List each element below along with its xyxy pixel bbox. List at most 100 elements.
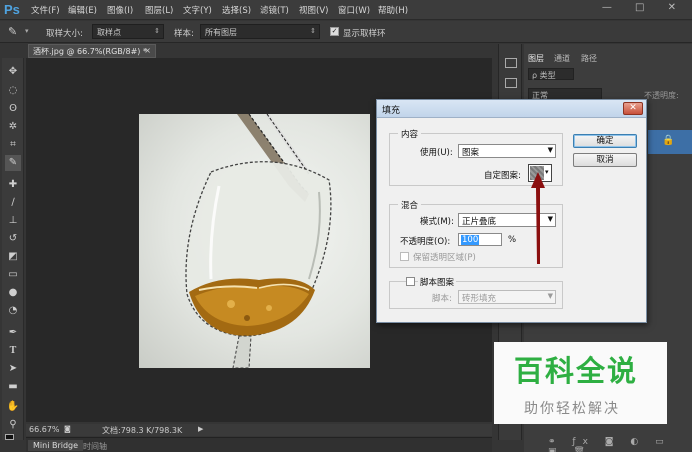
opacity-label: 不透明度(O): [400, 237, 451, 247]
dialog-title: 填充 [382, 106, 401, 116]
dodge-tool-icon[interactable]: ◔ [5, 303, 21, 319]
fill-dialog: 填充 ✕ 内容 使用(U): 图案 ▼ 自定图案: ▾ 混合 模式(M): 正片… [376, 99, 647, 323]
status-bar: 66.67% ◙ 文档:798.3 K/798.3K ▶ [26, 424, 492, 436]
eyedropper-icon[interactable]: ✎ [8, 25, 17, 38]
history-brush-tool-icon[interactable]: ↺ [5, 231, 21, 247]
crop-tool-icon[interactable]: ⌗ [5, 137, 21, 153]
sample-size-label: 取样大小: [46, 29, 83, 39]
chevron-down-icon: ▼ [547, 146, 553, 154]
chevron-down-icon: ▼ [547, 292, 553, 300]
opacity-value: 100 [461, 235, 480, 245]
foreground-color-swatch[interactable] [5, 434, 14, 440]
hand-tool-icon[interactable]: ✋ [5, 399, 21, 415]
script-value: 砖形填充 [462, 294, 497, 304]
menu-view[interactable]: 视图(V) [299, 4, 328, 16]
menu-layer[interactable]: 图层(L) [145, 4, 173, 16]
opacity-unit: % [508, 235, 517, 245]
status-icon[interactable]: ◙ [64, 425, 71, 433]
menu-type[interactable]: 文字(Y) [183, 4, 212, 16]
preserve-transparency-checkbox[interactable] [400, 252, 409, 261]
menu-file[interactable]: 文件(F) [31, 4, 60, 16]
use-value: 图案 [462, 148, 480, 158]
opacity-label: 不透明度: [644, 91, 679, 100]
watermark: 百科全说 助你轻松解决 [494, 342, 667, 424]
eraser-tool-icon[interactable]: ◩ [5, 249, 21, 265]
use-label: 使用(U): [420, 148, 453, 158]
selected-layer-row[interactable]: 🔒 [648, 130, 692, 154]
doc-info: 文档:798.3 K/798.3K [102, 426, 183, 435]
stamp-tool-icon[interactable]: ⊥ [5, 213, 21, 229]
menu-image[interactable]: 图像(I) [107, 4, 133, 16]
use-select[interactable]: 图案 ▼ [458, 144, 556, 158]
layer-filter-select[interactable]: ρ 类型 [528, 68, 574, 80]
sample-select[interactable]: 所有图层 ⇕ [200, 24, 320, 39]
tab-mini-bridge[interactable]: Mini Bridge [28, 440, 84, 451]
chevron-down-icon[interactable]: ▾ [25, 27, 29, 35]
annotation-arrow-icon [531, 172, 545, 264]
marquee-tool-icon[interactable]: ◌ [5, 83, 21, 99]
gradient-tool-icon[interactable]: ▭ [5, 267, 21, 283]
updown-arrow-icon: ⇕ [154, 27, 160, 35]
healing-brush-tool-icon[interactable]: ✚ [5, 177, 21, 193]
window-controls[interactable]: — □ ✕ [602, 2, 686, 13]
menu-select[interactable]: 选择(S) [222, 4, 251, 16]
photoshop-logo: Ps [4, 2, 20, 17]
magic-wand-tool-icon[interactable]: ✲ [5, 119, 21, 135]
opacity-input[interactable]: 100 [458, 233, 502, 246]
custom-pattern-label: 自定图案: [484, 171, 521, 181]
blur-tool-icon[interactable]: ● [5, 285, 21, 301]
content-group-title: 内容 [398, 128, 422, 140]
sample-size-value: 取样点 [97, 28, 121, 37]
path-select-tool-icon[interactable]: ➤ [5, 361, 21, 377]
menu-bar: Ps 文件(F) 编辑(E) 图像(I) 图层(L) 文字(Y) 选择(S) 滤… [0, 0, 692, 20]
zoom-tool-icon[interactable]: ⚲ [5, 417, 21, 433]
zoom-level[interactable]: 66.67% [29, 425, 60, 434]
sample-size-select[interactable]: 取样点 ⇕ [92, 24, 164, 39]
bottom-panel-tabs: Mini Bridge 时间轴 [26, 437, 492, 452]
toolbox: ✥ ◌ ʘ ✲ ⌗ ✎ ✚ ∕ ⊥ ↺ ◩ ▭ ● ◔ ✒ T ➤ ▬ ✋ ⚲ [2, 58, 24, 440]
cancel-button[interactable]: 取消 [573, 153, 637, 167]
menu-window[interactable]: 窗口(W) [338, 4, 370, 16]
menu-help[interactable]: 帮助(H) [378, 4, 408, 16]
mode-label: 模式(M): [420, 217, 454, 227]
script-group: 脚本图案 脚本: 砖形填充 ▼ [389, 276, 563, 309]
panel-toggle-icon[interactable] [505, 58, 517, 68]
brush-tool-icon[interactable]: ∕ [5, 195, 21, 211]
dialog-close-button[interactable]: ✕ [623, 102, 643, 115]
tab-paths[interactable]: 路径 [581, 53, 597, 64]
shape-tool-icon[interactable]: ▬ [5, 379, 21, 395]
pen-tool-icon[interactable]: ✒ [5, 325, 21, 341]
script-select[interactable]: 砖形填充 ▼ [458, 290, 556, 304]
mode-value: 正片叠底 [462, 217, 497, 227]
script-pattern-checkbox[interactable] [406, 277, 415, 286]
show-ring-checkbox[interactable]: ✓ [330, 27, 339, 36]
script-label: 脚本: [432, 294, 452, 304]
show-ring-label: 显示取样环 [343, 29, 386, 39]
blend-group-title: 混合 [398, 199, 422, 211]
menu-filter[interactable]: 滤镜(T) [260, 4, 289, 16]
dialog-title-bar[interactable]: 填充 [377, 100, 646, 118]
type-tool-icon[interactable]: T [5, 343, 21, 359]
close-icon[interactable]: × [144, 46, 151, 55]
updown-arrow-icon: ⇕ [310, 27, 316, 35]
triangle-right-icon[interactable]: ▶ [198, 425, 203, 433]
watermark-title: 百科全说 [514, 354, 639, 388]
sample-value: 所有图层 [205, 28, 237, 37]
eyedropper-tool-icon[interactable]: ✎ [5, 155, 21, 171]
lock-icon: 🔒 [662, 135, 675, 146]
tab-layers[interactable]: 图层 [528, 53, 544, 64]
document-title: 酒杯.jpg @ 66.7%(RGB/8#) * [33, 47, 147, 56]
move-tool-icon[interactable]: ✥ [5, 64, 21, 80]
ok-button[interactable]: 确定 [573, 134, 637, 148]
preserve-transparency-label: 保留透明区域(P) [413, 253, 476, 263]
menu-edit[interactable]: 编辑(E) [68, 4, 97, 16]
tab-channels[interactable]: 通道 [554, 53, 570, 64]
layer-footer-icons[interactable]: ⚭ ƒx ◙ ◐ ▭ ▣ 🗑 [548, 437, 692, 452]
tab-timeline[interactable]: 时间轴 [78, 440, 112, 452]
wine-glass-photo[interactable] [139, 114, 370, 368]
lasso-tool-icon[interactable]: ʘ [5, 101, 21, 117]
sample-label: 样本: [174, 29, 194, 39]
document-tab[interactable]: 酒杯.jpg @ 66.7%(RGB/8#) * × [28, 44, 156, 58]
panel-toggle-icon[interactable] [505, 78, 517, 88]
wine-glass-image [185, 114, 332, 368]
